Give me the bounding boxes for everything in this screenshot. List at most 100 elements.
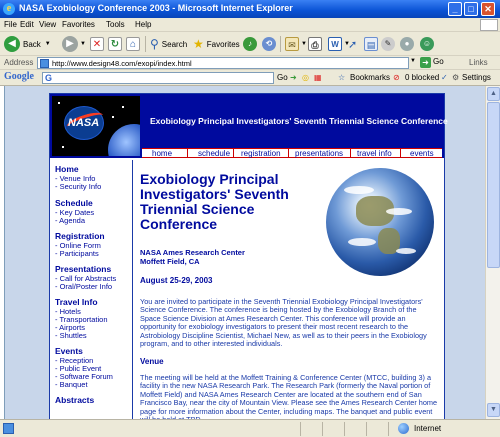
google-arrow-icon[interactable]: ➜: [290, 73, 297, 82]
dropdown-arrow-icon: ▼: [301, 41, 307, 47]
mail-button[interactable]: ✉ ▼: [285, 35, 307, 53]
refresh-icon: ↻: [108, 37, 122, 51]
nav-travel-info[interactable]: travel info: [357, 149, 392, 158]
bookmark-star-icon: ☆: [338, 73, 346, 82]
nav-divider: [288, 149, 289, 158]
sidebar-link-shuttles[interactable]: - Shuttles: [55, 331, 87, 340]
status-cell: [388, 422, 389, 436]
google-go-button[interactable]: Go: [277, 73, 288, 82]
google-search-site-icon[interactable]: ◎: [302, 73, 309, 82]
page-title: Exobiology Principal Investigators' Seve…: [140, 171, 289, 232]
go-button[interactable]: Go: [433, 57, 444, 66]
nav-events[interactable]: events: [410, 149, 434, 158]
nav-presentations[interactable]: presentations: [295, 149, 343, 158]
star-dot: [112, 116, 114, 118]
security-zone: Internet: [398, 423, 441, 434]
stop-button[interactable]: ✕: [90, 35, 104, 53]
sidebar-section-registration[interactable]: Registration: [55, 231, 105, 241]
toolbar-separator: [280, 36, 281, 52]
google-news-icon[interactable]: ▦: [314, 73, 322, 82]
status-cell: [300, 422, 301, 436]
edit-button[interactable]: W ▼: [328, 35, 350, 53]
nav-divider: [350, 149, 351, 158]
nav-divider: [400, 149, 401, 158]
messenger-button[interactable]: ▤: [364, 35, 378, 53]
windows-flag-icon: [480, 19, 498, 31]
nav-home[interactable]: home: [152, 149, 172, 158]
discuss-button[interactable]: ✎: [381, 35, 395, 53]
google-search-input[interactable]: G: [42, 72, 274, 84]
sidebar-section-abstracts[interactable]: Abstracts: [55, 395, 94, 405]
research-button[interactable]: ➚: [348, 35, 357, 53]
back-label: Back: [23, 39, 41, 49]
scroll-down-arrow-icon[interactable]: ▼: [487, 403, 500, 417]
address-dropdown-icon[interactable]: ▼: [410, 58, 416, 64]
status-cell: [366, 422, 367, 436]
menu-edit[interactable]: Edit: [20, 20, 34, 29]
menu-help[interactable]: Help: [135, 20, 151, 29]
history-button[interactable]: ⟲: [262, 35, 276, 53]
maximize-button[interactable]: □: [464, 2, 478, 16]
sidebar-link-agenda[interactable]: - Agenda: [55, 216, 85, 225]
sidebar-section-travel-info[interactable]: Travel Info: [55, 297, 98, 307]
menu-tools[interactable]: Tools: [106, 20, 125, 29]
ie-logo-icon: e: [3, 3, 15, 15]
sidebar-link-security-info[interactable]: - Security Info: [55, 182, 101, 191]
check-icon[interactable]: ✓: [441, 73, 448, 82]
back-arrow-icon: ◀: [4, 36, 20, 52]
print-icon: ⎙: [308, 37, 322, 51]
chat-button[interactable]: ●: [400, 35, 414, 53]
sidebar-link-oral-poster-info[interactable]: - Oral/Poster Info: [55, 282, 112, 291]
contacts-button[interactable]: ☺: [420, 35, 434, 53]
favorites-button[interactable]: ★ Favorites: [193, 35, 240, 53]
menu-file[interactable]: File: [4, 20, 17, 29]
vertical-scrollbar[interactable]: ▲ ▼: [485, 86, 500, 419]
google-logo[interactable]: Google: [4, 71, 34, 82]
menu-view[interactable]: View: [39, 20, 56, 29]
back-button[interactable]: ◀ Back ▼: [4, 35, 51, 53]
nasa-logo-box: NASA: [52, 96, 140, 156]
go-arrow-icon[interactable]: ➜: [420, 57, 431, 68]
media-button[interactable]: ♪: [243, 35, 257, 53]
search-icon: ⚲: [150, 37, 159, 51]
address-input[interactable]: http://www.design48.com/exopi/index.html: [37, 57, 409, 69]
close-button[interactable]: ✕: [481, 2, 495, 16]
search-button[interactable]: ⚲ Search: [150, 35, 187, 53]
page-container: NASA Exobiology Principal Investigators'…: [49, 93, 448, 419]
address-label: Address: [4, 58, 34, 67]
chat-bubble-icon: ●: [400, 37, 414, 51]
address-url: http://www.design48.com/exopi/index.html: [52, 59, 192, 68]
settings-gear-icon: ⚙: [452, 73, 460, 82]
sidebar-section-home[interactable]: Home: [55, 164, 79, 174]
star-dot: [58, 102, 60, 104]
nav-registration[interactable]: registration: [241, 149, 281, 158]
mail-icon: ✉: [285, 37, 299, 51]
home-button[interactable]: ⌂: [126, 35, 140, 53]
settings-button[interactable]: Settings: [462, 73, 491, 82]
google-logo-text: Google: [4, 71, 34, 82]
scroll-up-arrow-icon[interactable]: ▲: [487, 87, 500, 101]
menu-favorites[interactable]: Favorites: [62, 20, 95, 29]
nav-schedule[interactable]: schedule: [198, 149, 230, 158]
sidebar-section-schedule[interactable]: Schedule: [55, 198, 93, 208]
sidebar-section-events[interactable]: Events: [55, 346, 83, 356]
toolbar-separator: [145, 36, 146, 52]
print-button[interactable]: ⎙: [308, 35, 322, 53]
toolbar: ◀ Back ▼ ▶ ▼ ✕ ↻ ⌂ ⚲ Search ★ Favorites …: [0, 32, 500, 56]
links-button[interactable]: Links: [469, 58, 488, 67]
scroll-thumb[interactable]: [487, 102, 500, 268]
venue-heading: Venue: [140, 357, 164, 366]
minimize-button[interactable]: _: [448, 2, 462, 16]
location-line2: Moffett Field, CA: [140, 257, 200, 266]
forward-button[interactable]: ▶ ▼: [62, 35, 86, 53]
nav-divider: [187, 149, 188, 158]
popup-blocked-count[interactable]: 0 blocked: [405, 73, 439, 82]
zone-label: Internet: [414, 424, 442, 433]
bookmarks-button[interactable]: Bookmarks: [350, 73, 390, 82]
sidebar-section-presentations[interactable]: Presentations: [55, 264, 111, 274]
refresh-button[interactable]: ↻: [108, 35, 122, 53]
sidebar-link-participants[interactable]: - Participants: [55, 249, 99, 258]
window-title: NASA Exobiology Conference 2003 - Micros…: [19, 3, 293, 13]
sidebar-link-banquet[interactable]: - Banquet: [55, 380, 88, 389]
venue-paragraph: The meeting will be held at the Moffett …: [140, 373, 438, 419]
